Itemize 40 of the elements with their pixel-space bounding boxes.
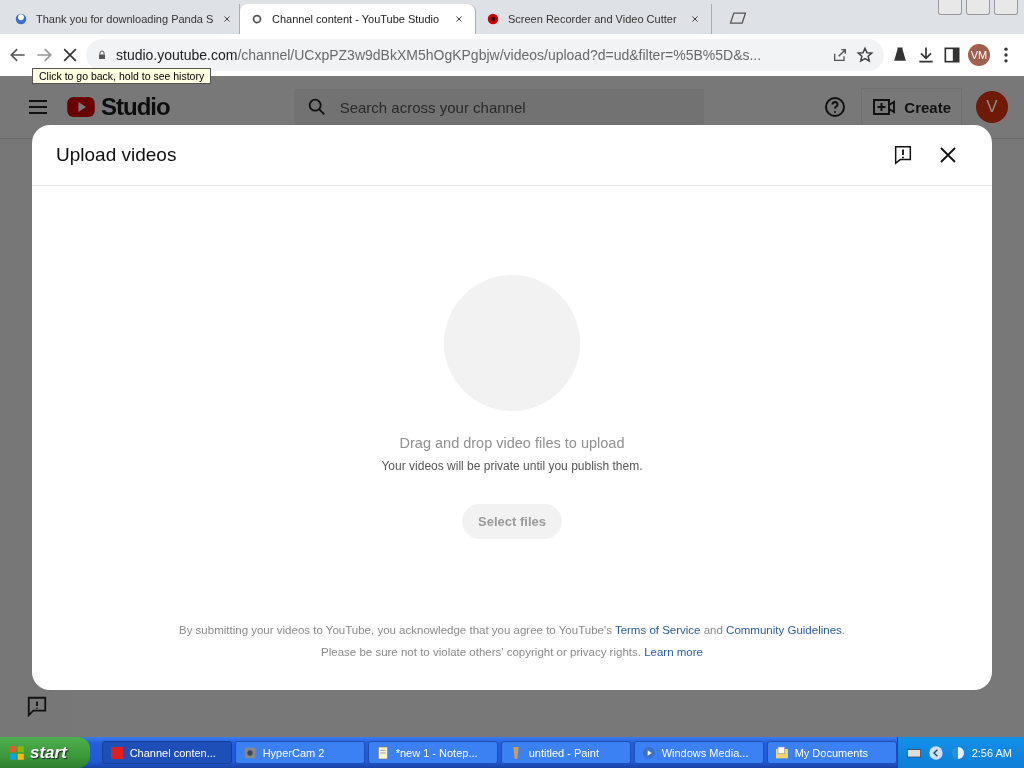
studio-logo[interactable]: Studio bbox=[64, 92, 170, 122]
app-icon bbox=[773, 744, 790, 761]
clock: 2:56 AM bbox=[971, 746, 1012, 759]
legal-text: By submitting your videos to YouTube, you acknowledge that you agree to YouTube's Terms of Service and Community Guidelines. bbox=[179, 624, 845, 636]
chevron-icon[interactable] bbox=[927, 744, 944, 761]
link[interactable]: Learn more bbox=[644, 646, 703, 658]
site-icon bbox=[250, 12, 264, 26]
tooltip: Click to go back, hold to see history bbox=[32, 68, 212, 84]
taskbar-button[interactable]: Windows Media... bbox=[633, 741, 764, 764]
drop-prompt: Drag and drop video files to upload bbox=[399, 435, 625, 451]
link[interactable]: Terms of Service bbox=[614, 624, 701, 636]
address-bar[interactable]: studio.youtube.com/channel/UCxpPZ3w9dBkXM5hOgKPgbjw/videos/upload?d=ud&filter=%5B%5D&s... bbox=[86, 39, 884, 71]
profile-avatar[interactable]: VM bbox=[968, 44, 990, 66]
link[interactable]: Community Guidelines bbox=[726, 624, 842, 636]
privacy-note: Your videos will be private until you publish them. bbox=[381, 459, 643, 473]
search-field[interactable]: Search across your channel bbox=[293, 89, 704, 125]
url-text: studio.youtube.com/channel/UCxpPZ3w9dBkXM5hOgKPgbjw/videos/upload?d=ud&filter=%5B%5D&s... bbox=[116, 47, 763, 63]
app-icon bbox=[640, 744, 657, 761]
browser-tab[interactable]: Channel content - YouTube Studio bbox=[240, 4, 476, 34]
taskbar-button[interactable]: *new 1 - Notep... bbox=[367, 741, 498, 764]
side-panel-icon[interactable] bbox=[942, 45, 962, 65]
taskbar-button[interactable]: HyperCam 2 bbox=[234, 741, 365, 764]
share-icon[interactable] bbox=[832, 47, 848, 63]
taskbar-button[interactable]: untitled - Paint bbox=[500, 741, 631, 764]
download-icon[interactable] bbox=[916, 45, 936, 65]
site-icon bbox=[486, 12, 500, 26]
channel-avatar[interactable]: V bbox=[976, 91, 1008, 123]
select-files-button[interactable]: Select files bbox=[462, 504, 562, 539]
legal-text: Please be sure not to violate others' copyright or privacy rights. Learn more bbox=[321, 646, 703, 658]
taskbar-button[interactable]: My Documents bbox=[766, 741, 897, 764]
start-button[interactable]: start bbox=[0, 737, 90, 768]
app-icon bbox=[108, 744, 125, 761]
windows-flag-icon bbox=[8, 743, 26, 762]
dialog-title: Upload videos bbox=[56, 144, 178, 166]
site-icon bbox=[14, 12, 28, 26]
taskbar-button[interactable]: Channel conten... bbox=[101, 741, 232, 764]
feedback-icon[interactable] bbox=[892, 144, 914, 166]
help-icon[interactable] bbox=[823, 95, 848, 119]
star-icon[interactable] bbox=[856, 46, 874, 64]
lock-icon bbox=[96, 49, 108, 61]
